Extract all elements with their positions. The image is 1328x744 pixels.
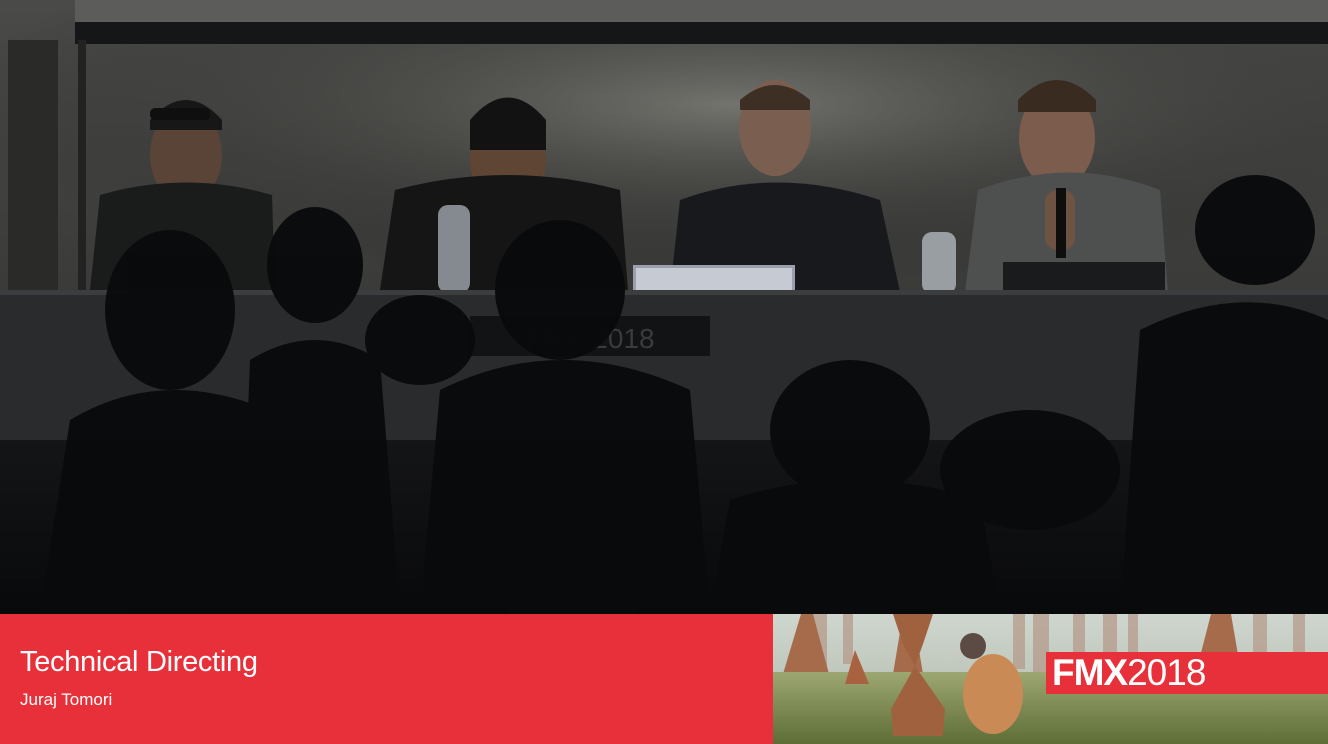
conference-video-frame: FMX 2018 bbox=[0, 0, 1328, 614]
speaker-name: Juraj Tomori bbox=[20, 690, 113, 709]
logo-fmx-text: FMX bbox=[1052, 652, 1128, 693]
session-title: Technical Directing bbox=[20, 646, 258, 678]
lower-third-banner bbox=[0, 614, 773, 744]
panel-scene: FMX 2018 bbox=[0, 0, 1328, 614]
fmx-logo: FMX 2018 bbox=[1046, 652, 1328, 694]
projection-screen bbox=[75, 0, 1328, 22]
logo-year-text: 2018 bbox=[1127, 652, 1206, 693]
pillar bbox=[8, 40, 58, 290]
